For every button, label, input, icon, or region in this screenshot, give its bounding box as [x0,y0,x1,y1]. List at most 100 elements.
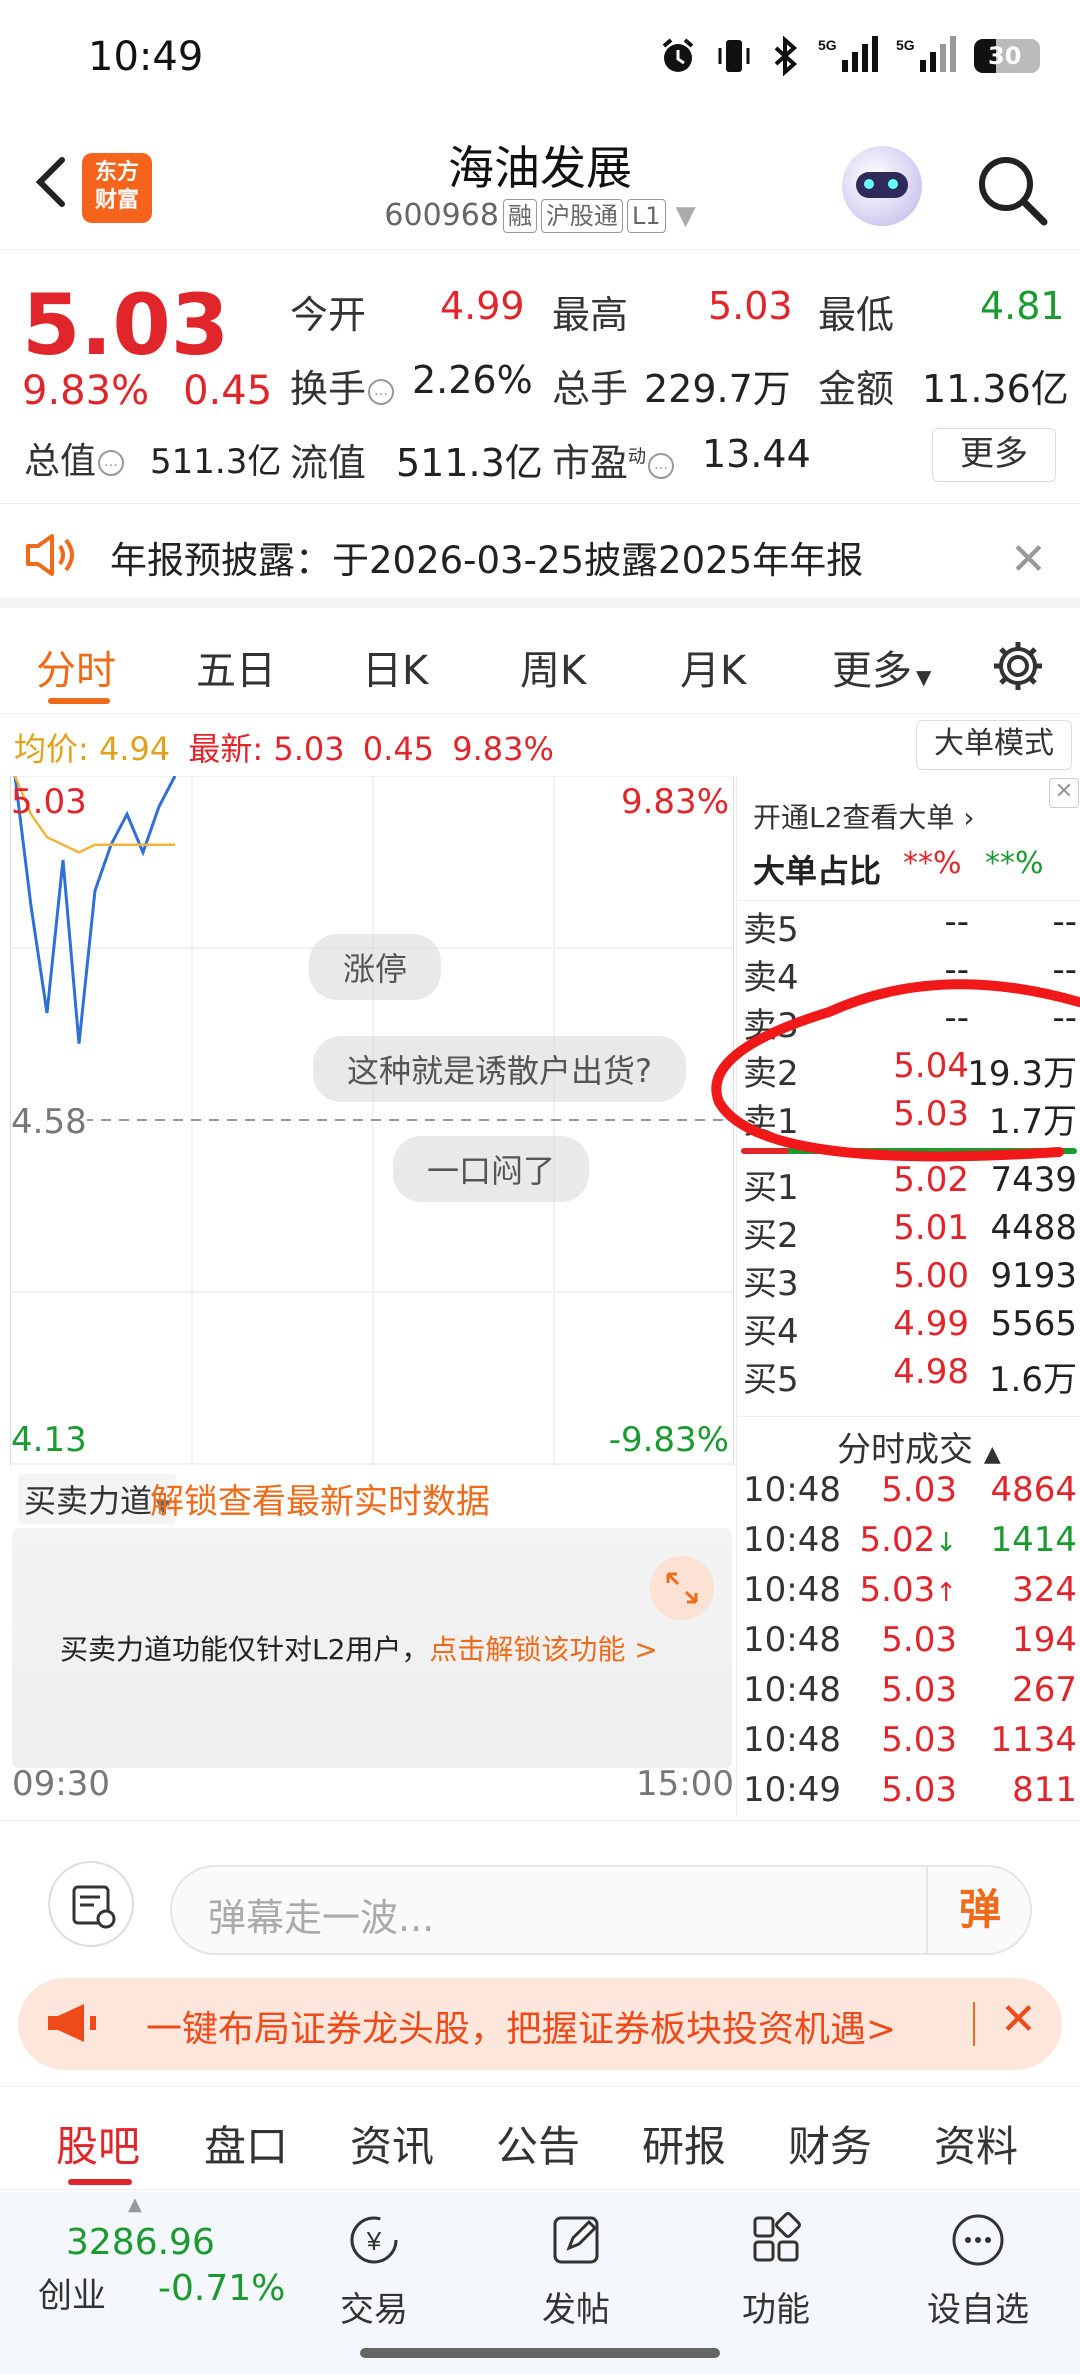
expand-arrows [666,1572,698,1604]
info-line: 均价: 4.94 最新: 5.03 0.45 9.83% 大单模式 [0,716,1080,774]
trade-row: 10:48 5.03 1134 [743,1720,1077,1770]
low-label: 最低 [818,293,895,337]
svg-text:5G: 5G [818,37,837,53]
indicator-select-label: 买卖力道 [24,1482,153,1520]
chart-tabs: 分时 五日 日K 周K 月K 更多 ▼ [0,614,1080,714]
tab-announcements[interactable]: 公告 [496,2113,580,2174]
more-button[interactable]: 更多 [932,428,1056,482]
ai-assistant-avatar[interactable] [842,146,922,226]
bid-row[interactable]: 买3 5.00 9193 [743,1256,1077,1304]
caret-down-icon: ▼ [675,200,696,231]
trade-volume: 267 [1012,1670,1077,1710]
trade-price: 5.03 [881,1720,957,1760]
close-icon[interactable]: ✕ [1049,778,1079,808]
avg-value: 4.94 [98,730,171,768]
tab-research[interactable]: 研报 [642,2113,726,2174]
info-icon[interactable]: … [368,378,395,405]
bid-row[interactable]: 买2 5.01 4488 [743,1208,1077,1256]
divider [973,2002,975,2046]
trade-arrow: ↑ [935,1578,957,1608]
bid-price: 4.98 [893,1352,969,1392]
tab-financials[interactable]: 财务 [788,2113,872,2174]
trade-price-value: 5.03 [881,1770,957,1810]
float-label: 流值 [290,441,367,485]
bid-row[interactable]: 买5 4.98 1.6万 [743,1352,1077,1400]
unlock-link[interactable]: 解锁查看最新实时数据 [150,1474,490,1523]
index-value[interactable]: 3286.96 [66,2222,215,2263]
trade-button[interactable]: ¥ 交易 [304,2210,444,2331]
annotation-red-circle [711,979,1080,1162]
trade-time: 10:48 [743,1470,841,1510]
edit-icon [553,2216,599,2264]
tab-five-day[interactable]: 五日 [196,638,276,696]
tab-weekly-k[interactable]: 周K [520,638,586,696]
notice-bar[interactable]: 年报预披露：于2026-03-25披露2025年年报 ✕ [0,504,1080,608]
tab-orderbook[interactable]: 盘口 [204,2113,288,2174]
unlock-feature-link[interactable]: 点击解锁该功能 > [429,1633,657,1666]
connect-tag: 沪股通 [540,198,623,233]
index-pct: -0.71% [158,2268,286,2309]
svg-text:¥: ¥ [366,2226,382,2256]
grid-icon [753,2212,801,2262]
info-icon[interactable]: … [648,452,675,479]
bid-row[interactable]: 买4 4.99 5565 [743,1304,1077,1352]
tab-profile[interactable]: 资料 [934,2113,1018,2174]
close-icon[interactable]: ✕ [1000,1994,1037,2045]
trade-price-value: 5.03 [881,1670,957,1710]
alarm-icon [662,38,694,72]
tab-more[interactable]: 更多 ▼ [832,638,931,696]
danmu-send-button[interactable]: 弹 [926,1865,1032,1955]
mktcap-label: 总值… [24,432,125,484]
bid-label: 买5 [743,1360,799,1400]
functions-button[interactable]: 功能 [706,2210,846,2331]
post-button[interactable]: 发帖 [506,2210,646,2331]
pe-sup: 动 [628,446,647,468]
trade-volume: 4864 [990,1470,1077,1510]
trade-price: 5.03 [881,1670,957,1710]
trades-title[interactable]: 分时成交 ▲ [837,1422,1001,1471]
tab-monthly-k[interactable]: 月K [680,638,746,696]
status-icons: 5G 5G 30 [658,36,1040,76]
big-order-mode-button[interactable]: 大单模式 [916,720,1072,770]
svg-text:5G: 5G [896,37,915,53]
bid-label: 买3 [743,1264,799,1304]
stock-header: 东方 财富 海油发展 600968 融 沪股通 L1 ▼ [0,120,1080,250]
ask-row[interactable]: 卖5 -- -- [743,902,1077,950]
yuan-exchange-icon: ¥ [350,2216,398,2264]
open-l2-link[interactable]: 开通L2查看大单 › [753,796,975,836]
pe-value: 13.44 [702,432,811,476]
margin-tag: 融 [502,198,537,233]
add-watchlist-button[interactable]: 设自选 [908,2210,1048,2331]
trade-label: 交易 [340,2290,408,2330]
turnover-value: 2.26% [412,358,533,402]
buy-sell-strength: 买卖力道 ▼ 解锁查看最新实时数据 买卖力道功能仅针对L2用户，点击解锁该功能 >… [10,1468,734,1828]
caret-down-icon: ▼ [916,665,932,689]
notice-text: 年报预披露：于2026-03-25披露2025年年报 [110,539,864,582]
bid-volume: 9193 [990,1256,1077,1296]
danmu-settings-icon[interactable] [48,1861,134,1947]
bid-volume: 4488 [990,1208,1077,1248]
expand-icon[interactable] [650,1556,714,1620]
trade-price-value: 5.03 [881,1720,957,1760]
gear-icon[interactable] [990,638,1046,694]
bid-volume: 1.6万 [988,1360,1077,1400]
stock-code: 600968 [384,198,499,233]
big-order-ratio-label: 大单占比 [753,852,882,890]
high-value: 5.03 [708,284,793,328]
search-icon[interactable] [972,150,1052,230]
tab-underline [68,2179,132,2185]
tab-forum[interactable]: 股吧 [56,2113,140,2174]
promo-banner[interactable]: 一键布局证券龙头股，把握证券板块投资机遇> ✕ [18,1978,1062,2070]
info-icon[interactable]: … [98,450,125,476]
trade-volume: 1134 [990,1720,1077,1760]
intraday-chart[interactable]: 5.03 9.83% 4.58 4.13 -9.83% 涨停 这种就是诱散户出货… [10,776,735,1466]
tab-daily-k[interactable]: 日K [362,638,428,696]
tab-underline [48,698,110,704]
level-tag: L1 [626,198,666,233]
price-change-row: 9.83% 0.45 [22,368,272,414]
trade-row: 10:48 5.03 194 [743,1620,1077,1670]
tab-news[interactable]: 资讯 [350,2113,434,2174]
close-icon[interactable]: ✕ [1010,534,1047,585]
trade-price-value: 5.02 [859,1520,936,1560]
tab-intraday[interactable]: 分时 [36,638,116,696]
